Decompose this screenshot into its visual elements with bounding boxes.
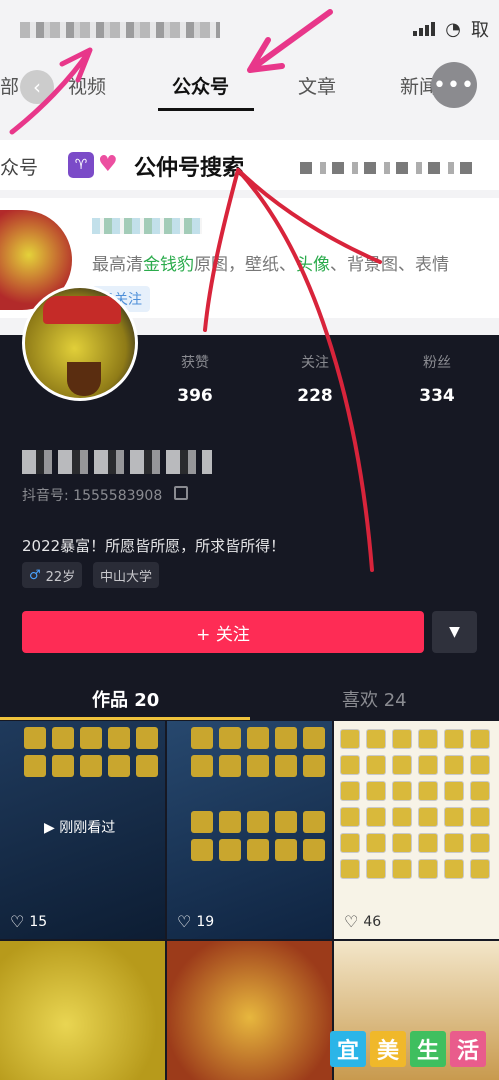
male-icon: ♂: [29, 567, 41, 583]
search-query-text: 公仲号搜索: [134, 155, 245, 181]
recently-viewed-label: ▶ 刚刚看过: [44, 820, 116, 836]
stat-followers[interactable]: 粉丝 334: [382, 352, 492, 406]
video-thumb-1[interactable]: ▶ 刚刚看过 ♡ 15: [0, 721, 165, 939]
copy-icon[interactable]: [174, 486, 188, 500]
douyin-id: 抖音号: 1555583908: [22, 488, 163, 504]
stat-likes-label: 获赞: [181, 355, 209, 371]
stat-likes[interactable]: 获赞 396: [140, 352, 250, 406]
heart-outline-icon: ♡: [177, 912, 192, 931]
stat-following[interactable]: 关注 228: [260, 352, 370, 406]
tab-official-account[interactable]: 公众号: [172, 72, 229, 99]
tab-partial[interactable]: 部: [0, 72, 19, 99]
thumb-tiles: [191, 727, 325, 777]
blurred-account-name: [92, 218, 202, 234]
profile-tab-underline: [0, 717, 250, 720]
watermark-char-2: 美: [370, 1031, 406, 1067]
avatar-hat: [43, 296, 121, 324]
tab-video[interactable]: 视频: [68, 72, 106, 99]
back-icon[interactable]: ‹: [20, 70, 54, 104]
age-text: 22岁: [45, 569, 76, 585]
watermark-char-1: 宜: [330, 1031, 366, 1067]
heart-outline-icon: ♡: [10, 912, 25, 931]
video-1-likes: ♡ 15: [10, 912, 48, 931]
search-tabs: 部 视频 公众号 文章 新闻: [0, 58, 499, 118]
video-thumb-4[interactable]: [0, 941, 165, 1080]
search-scope-label: 众号: [0, 157, 39, 179]
blurred-profile-name: [22, 450, 212, 474]
thumb-tiles: [191, 811, 325, 861]
profile-avatar[interactable]: [22, 285, 138, 401]
video-2-likes: ♡ 19: [177, 912, 215, 931]
account-description: 最高清金钱豹原图，壁纸、头像、背景图、表情: [92, 255, 449, 275]
watermark-char-3: 生: [410, 1031, 446, 1067]
video-thumb-5[interactable]: [167, 941, 332, 1080]
stat-following-value: 228: [297, 386, 333, 406]
wifi-icon: ◔: [445, 18, 461, 40]
heart-outline-icon: ♡: [344, 912, 359, 931]
tab-works[interactable]: 作品 20: [92, 686, 159, 712]
school-text: 中山大学: [100, 569, 153, 585]
status-bar: ◔ 取: [0, 0, 499, 52]
profile-bio: 2022暴富！所愿皆所愿，所求皆所得！: [22, 537, 286, 555]
video-thumb-3[interactable]: ♡ 46: [334, 721, 499, 939]
thumb-tiles: [340, 729, 490, 879]
stat-likes-value: 396: [177, 386, 213, 406]
follow-button[interactable]: + 关注: [22, 611, 424, 653]
stat-followers-value: 334: [419, 386, 455, 406]
stat-following-label: 关注: [301, 355, 329, 371]
tab-likes[interactable]: 喜欢 24: [342, 686, 407, 712]
more-icon[interactable]: •••: [431, 62, 477, 108]
status-right-text: 取: [471, 20, 489, 41]
aries-icon: ♈: [68, 152, 94, 178]
tab-article[interactable]: 文章: [298, 72, 336, 99]
dropdown-icon[interactable]: ▼: [432, 611, 477, 653]
watermark-logo: 宜 美 生 活: [330, 1031, 486, 1067]
status-right: ◔ 取: [413, 16, 489, 42]
watermark-char-4: 活: [450, 1031, 486, 1067]
video-thumb-2[interactable]: ♡ 19: [167, 721, 332, 939]
stat-followers-label: 粉丝: [423, 355, 451, 371]
search-query-row[interactable]: 众号 ♈ ♥ 公仲号搜索: [0, 140, 499, 190]
heart-icon: ♥: [98, 152, 118, 177]
thumb-tiles: [24, 727, 158, 777]
video-3-likes: ♡ 46: [344, 912, 382, 931]
signal-icon: [413, 22, 436, 36]
school-chip: 中山大学: [93, 562, 160, 588]
active-tab-underline: [158, 108, 254, 111]
avatar-beard: [67, 362, 101, 396]
age-chip: ♂ 22岁: [22, 562, 83, 588]
profile-stats: 获赞 396 关注 228 粉丝 334: [160, 352, 490, 422]
blurred-carrier-info: [20, 22, 220, 38]
blurred-query-suffix: [300, 162, 480, 174]
